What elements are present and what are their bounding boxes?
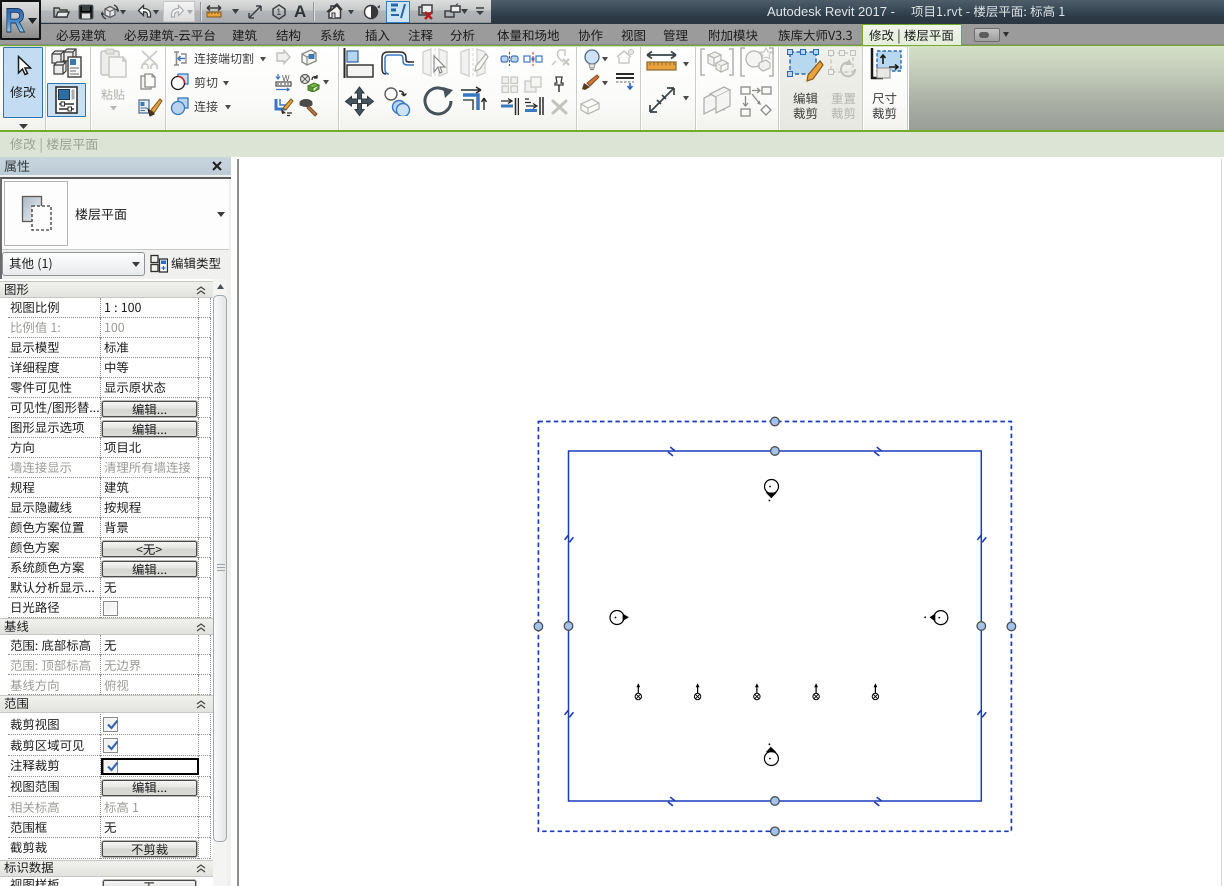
svg-text:1: 1 [276,7,281,17]
svg-text:R: R [5,2,25,39]
